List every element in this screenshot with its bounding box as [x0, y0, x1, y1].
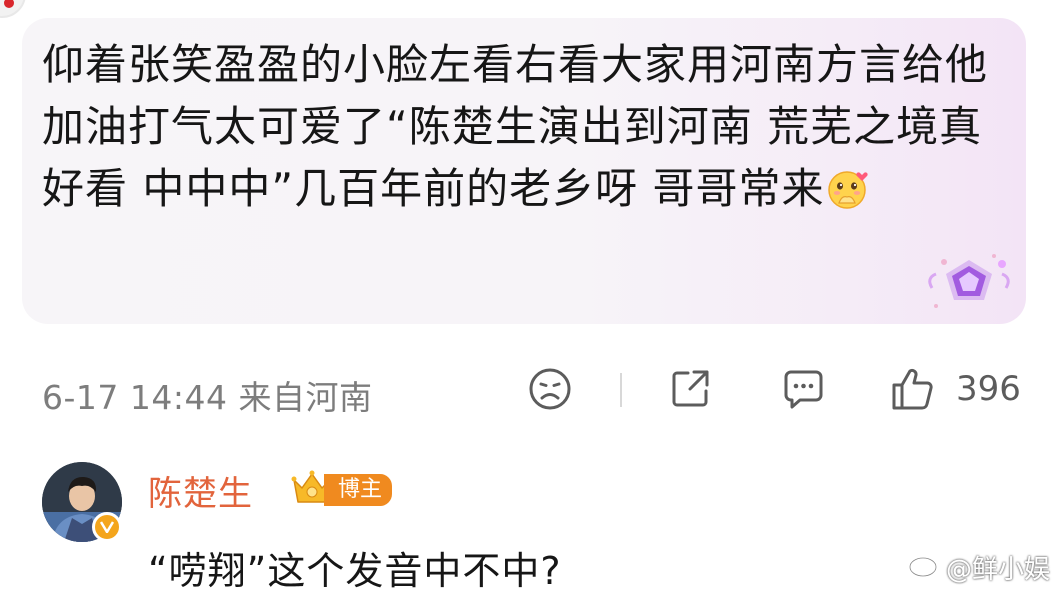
verified-badge-icon [92, 512, 122, 542]
share-button[interactable] [668, 367, 712, 411]
watermark-text: @鲜小娱 [945, 555, 1050, 585]
pleading-hands-emoji-icon [826, 166, 869, 209]
purple-diamond-badge-icon [924, 248, 1014, 318]
share-icon [668, 367, 712, 411]
weibo-logo-icon [908, 550, 946, 585]
watermark: @鲜小娱 [908, 549, 1050, 586]
dislike-face-icon [528, 367, 572, 411]
like-count: 396 [956, 369, 1021, 409]
comment-icon [780, 367, 826, 411]
like-button[interactable]: 396 [890, 367, 1021, 411]
comment-meta-row: 6-17 14:44 来自河南 396 [42, 365, 1042, 417]
previous-commenter-avatar[interactable] [0, 0, 26, 18]
comment-body: 仰着张笑盈盈的小脸左看右看大家用河南方言给他加油打气太可爱了“陈楚生演出到河南 … [42, 34, 1002, 220]
comment-timestamp: 6-17 14:44 来自河南 [42, 378, 373, 417]
comment-bubble: 仰着张笑盈盈的小脸左看右看大家用河南方言给他加油打气太可爱了“陈楚生演出到河南 … [22, 18, 1026, 324]
reply-text: “唠翔”这个发音中不中? [148, 549, 562, 593]
meta-divider [620, 373, 622, 407]
host-tag: 博主 [324, 474, 393, 506]
host-badge: 博主 [290, 470, 393, 510]
thumbs-up-icon [890, 366, 936, 412]
comment-button[interactable] [780, 367, 826, 411]
notification-dot [4, 0, 14, 8]
dislike-button[interactable] [528, 367, 572, 411]
reply-author-name[interactable]: 陈楚生 [148, 466, 253, 515]
